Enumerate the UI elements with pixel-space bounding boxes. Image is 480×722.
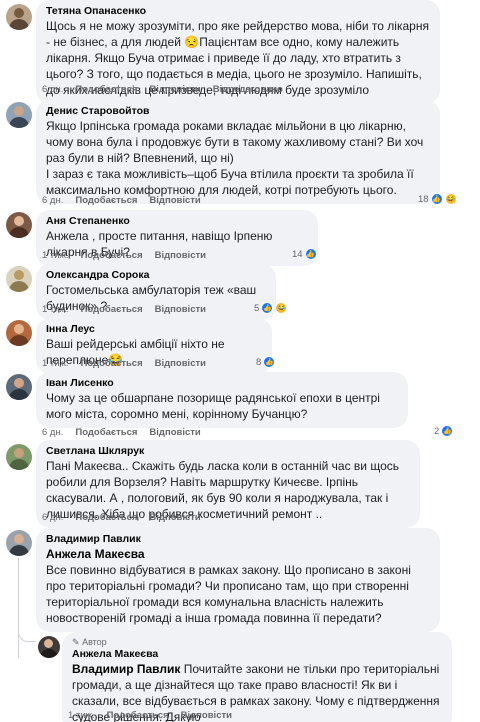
reaction-count[interactable]: 18 👍 😂 [418, 193, 457, 205]
like-button[interactable]: Подобається [81, 250, 143, 262]
comment-actions: 1 тиж. Подобається Відповісти [68, 710, 232, 722]
comment-author[interactable]: Анжела Макеєва [72, 648, 443, 661]
comment-author[interactable]: Владимир Павлик [46, 533, 431, 546]
comment-bubble: Денис Старовойтов Якщо Ірпінська громада… [36, 100, 440, 204]
avatar[interactable] [6, 374, 32, 400]
comment-author[interactable]: Олександра Сорока [46, 269, 267, 282]
reply-button[interactable]: Відповісти [149, 195, 200, 207]
reply-button[interactable]: Відповісти [149, 84, 200, 96]
comment-actions: 1 тиж. Подобається Відповісти [42, 250, 206, 262]
reaction-count[interactable]: 2 👍 [434, 425, 454, 437]
like-reaction-icon: 👍 [263, 356, 276, 368]
like-button[interactable]: Подобається [75, 195, 137, 207]
reaction-count[interactable]: 8 👍 [256, 356, 276, 368]
comment-actions: 6 дн. Подобається Відповісти [42, 512, 201, 524]
comment-author[interactable]: Інна Леус [46, 323, 263, 336]
comment-time[interactable]: 1 тиж. [68, 710, 95, 722]
mention-link[interactable]: Анжела Макеєва [46, 546, 431, 562]
like-button[interactable]: Подобається [81, 358, 143, 370]
comment-bubble: Іван Лисенко Чому за це обшарпане позори… [36, 372, 408, 428]
comment-time[interactable]: 6 дн. [42, 84, 63, 96]
thread-line [18, 558, 19, 658]
comment-text: Чому за це обшарпане позорище радянської… [46, 391, 380, 421]
like-reaction-icon: 👍 [430, 193, 443, 205]
avatar[interactable] [6, 4, 32, 30]
avatar[interactable] [6, 320, 32, 346]
comment-author[interactable]: Тетяна Опанасенко [46, 5, 431, 18]
like-reaction-icon: 👍 [441, 425, 454, 437]
edited-label: Відредаговано [212, 84, 283, 95]
reply-button[interactable]: Відповісти [149, 512, 200, 524]
comment-actions: 6 дн. Подобається Відповісти [42, 427, 201, 439]
comment-author[interactable]: Денис Старовойтов [46, 105, 431, 118]
comment-actions: 1 тиж. Подобається Відповісти [42, 304, 206, 316]
avatar[interactable] [6, 102, 32, 128]
like-button[interactable]: Подобається [107, 710, 169, 722]
avatar[interactable] [38, 636, 60, 658]
comment-time[interactable]: 1 тиж. [42, 358, 69, 370]
comment-text: Якщо Ірпінська громада роками вкладає мі… [46, 119, 424, 197]
like-reaction-icon: 👍 [304, 248, 317, 260]
comment-time[interactable]: 6 дн. [42, 195, 63, 207]
reply-button[interactable]: Відповісти [155, 250, 206, 262]
haha-reaction-icon: 😂 [444, 193, 457, 205]
like-button[interactable]: Подобається [75, 84, 137, 96]
comment-time[interactable]: 6 дн. [42, 512, 63, 524]
comment-author[interactable]: Светлана Шклярук [46, 445, 411, 458]
author-badge: ✎ Автор [72, 637, 107, 647]
reply-button[interactable]: Відповісти [155, 304, 206, 316]
mention-link[interactable]: Владимир Павлик [72, 662, 180, 676]
reaction-count[interactable]: 5 👍 😂 [254, 302, 288, 314]
reaction-count[interactable]: 14 👍 [292, 248, 317, 260]
comment-bubble: Владимир Павлик Анжела Макеєва Все повин… [36, 528, 440, 632]
comment-author[interactable]: Аня Степаненко [46, 215, 309, 228]
reply-button[interactable]: Відповісти [155, 358, 206, 370]
comment-actions: 1 тиж. Подобається Відповісти [42, 358, 206, 370]
like-reaction-icon: 👍 [261, 302, 274, 314]
pen-icon: ✎ [72, 637, 80, 647]
comment-bubble: ✎ Автор Анжела Макеєва Владимир Павлик П… [62, 632, 452, 722]
comment-actions: 6 дн. Подобається Відповісти Відредагова… [42, 84, 283, 96]
comment-time[interactable]: 1 тиж. [42, 250, 69, 262]
avatar[interactable] [6, 266, 32, 292]
comment-author[interactable]: Іван Лисенко [46, 377, 399, 390]
comment-text: Все повинно відбуватися в рамках закону.… [46, 563, 411, 625]
avatar[interactable] [6, 530, 32, 556]
comment-time[interactable]: 1 тиж. [42, 304, 69, 316]
reply-button[interactable]: Відповісти [149, 427, 200, 439]
like-button[interactable]: Подобається [75, 512, 137, 524]
comment-time[interactable]: 6 дн. [42, 427, 63, 439]
haha-reaction-icon: 😂 [275, 302, 288, 314]
avatar[interactable] [6, 212, 32, 238]
comment-actions: 6 дн. Подобається Відповісти [42, 195, 201, 207]
reply-button[interactable]: Відповісти [181, 710, 232, 722]
like-button[interactable]: Подобається [75, 427, 137, 439]
thread-connector [18, 628, 36, 642]
avatar[interactable] [6, 444, 32, 470]
like-button[interactable]: Подобається [81, 304, 143, 316]
